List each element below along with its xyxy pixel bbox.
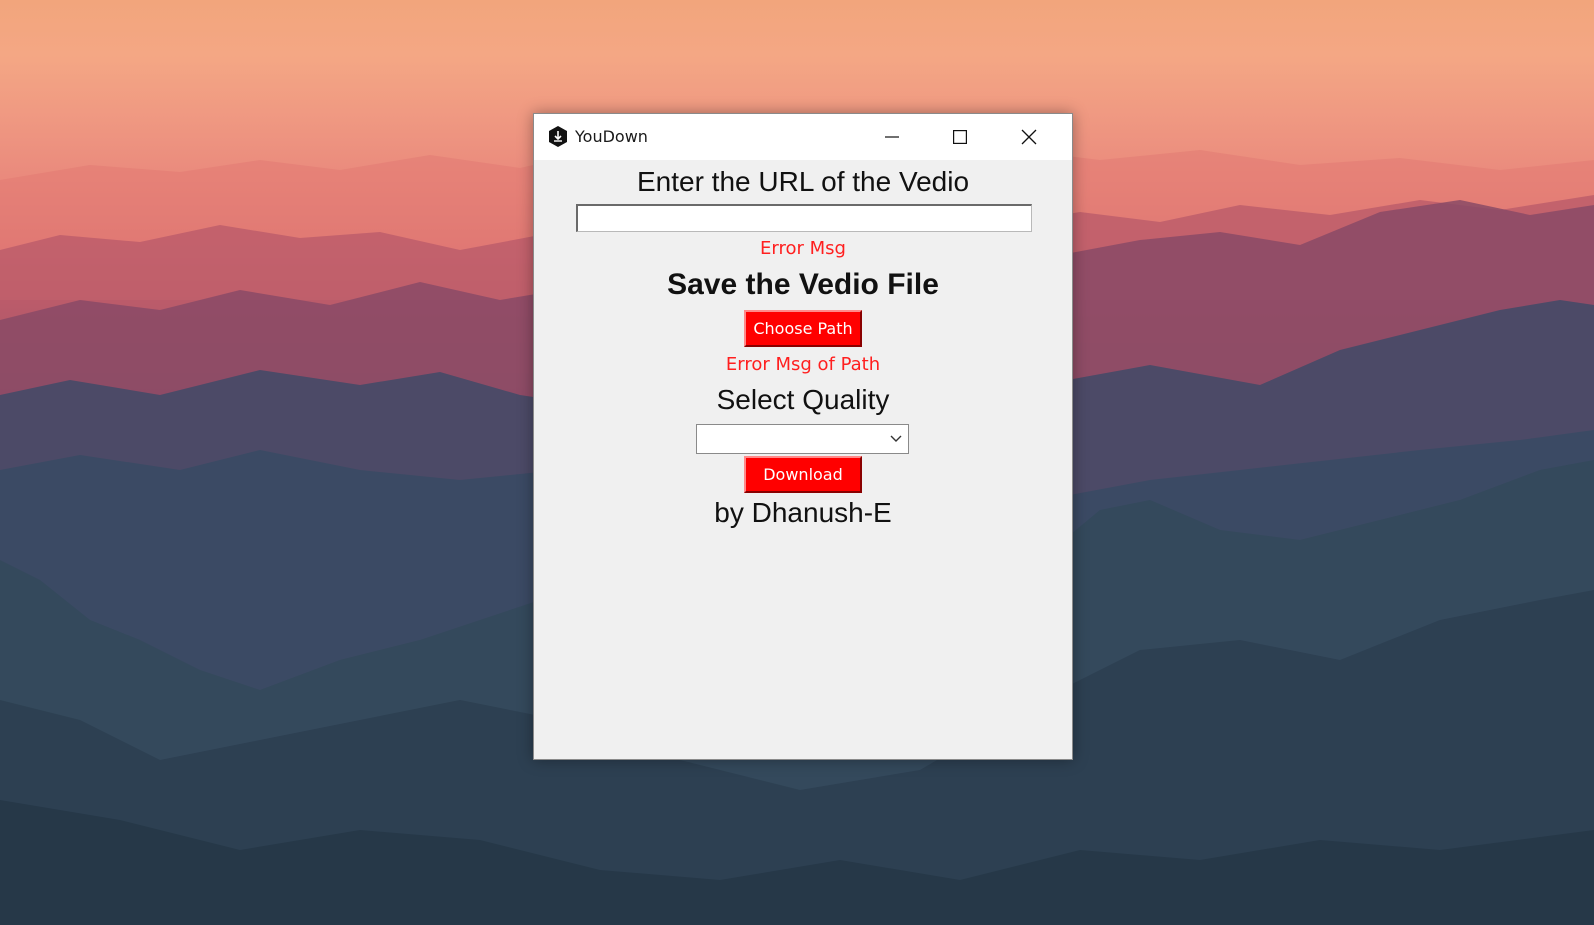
minimize-button[interactable]	[858, 114, 926, 160]
chevron-down-icon	[890, 435, 902, 442]
app-window: YouDown Enter the URL of the Vedio Error…	[533, 113, 1073, 760]
url-heading: Enter the URL of the Vedio	[636, 166, 970, 197]
download-button[interactable]: Download	[744, 456, 862, 493]
title-bar[interactable]: YouDown	[534, 114, 1072, 160]
path-error-message: Error Msg of Path	[725, 354, 881, 375]
choose-path-button[interactable]: Choose Path	[744, 310, 862, 347]
form-area: Enter the URL of the Vedio Error Msg Sav…	[534, 160, 1072, 759]
window-title: YouDown	[575, 127, 648, 146]
close-button[interactable]	[995, 114, 1063, 160]
maximize-button[interactable]	[926, 114, 994, 160]
download-label: Download	[763, 465, 843, 484]
quality-heading: Select Quality	[716, 384, 890, 415]
close-icon	[1021, 129, 1037, 145]
maximize-icon	[953, 130, 967, 144]
download-app-icon	[549, 126, 567, 147]
url-input[interactable]	[576, 204, 1032, 232]
choose-path-label: Choose Path	[753, 319, 853, 338]
minimize-icon	[885, 136, 899, 138]
author-credit: by Dhanush-E	[714, 497, 892, 528]
url-error-message: Error Msg	[760, 238, 846, 259]
save-heading: Save the Vedio File	[667, 268, 939, 301]
quality-dropdown[interactable]	[696, 424, 909, 454]
